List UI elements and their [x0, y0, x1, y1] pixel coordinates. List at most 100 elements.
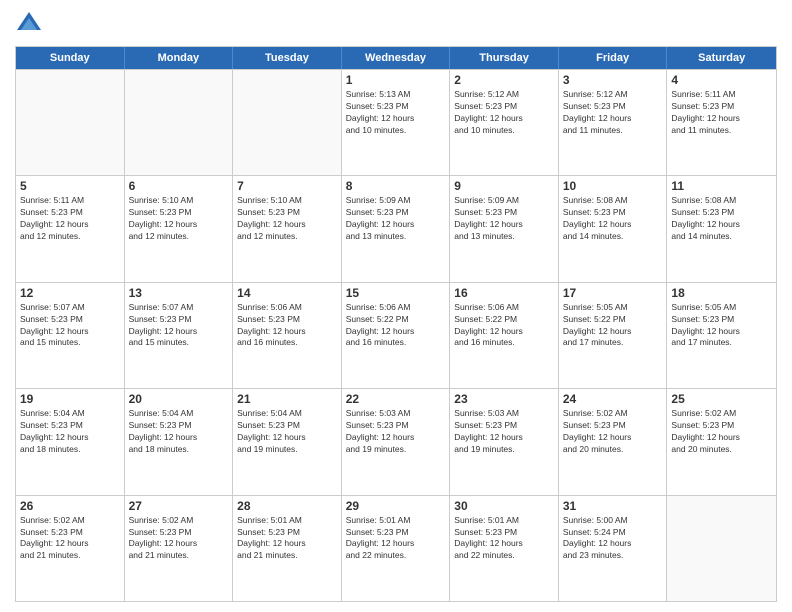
day-number: 18 [671, 286, 772, 300]
day-info: Sunrise: 5:02 AMSunset: 5:23 PMDaylight:… [671, 408, 772, 456]
day-number: 31 [563, 499, 663, 513]
page: SundayMondayTuesdayWednesdayThursdayFrid… [0, 0, 792, 612]
cal-cell: 20 Sunrise: 5:04 AMSunset: 5:23 PMDayligh… [125, 389, 234, 494]
week-row-5: 26 Sunrise: 5:02 AMSunset: 5:23 PMDayligh… [16, 495, 776, 601]
day-info: Sunrise: 5:12 AMSunset: 5:23 PMDaylight:… [563, 89, 663, 137]
cal-cell: 18 Sunrise: 5:05 AMSunset: 5:23 PMDayligh… [667, 283, 776, 388]
logo-icon [15, 10, 43, 38]
day-number: 3 [563, 73, 663, 87]
cal-cell: 8 Sunrise: 5:09 AMSunset: 5:23 PMDaylight… [342, 176, 451, 281]
calendar-header: SundayMondayTuesdayWednesdayThursdayFrid… [16, 47, 776, 69]
day-info: Sunrise: 5:07 AMSunset: 5:23 PMDaylight:… [129, 302, 229, 350]
day-info: Sunrise: 5:03 AMSunset: 5:23 PMDaylight:… [454, 408, 554, 456]
day-number: 4 [671, 73, 772, 87]
week-row-2: 5 Sunrise: 5:11 AMSunset: 5:23 PMDaylight… [16, 175, 776, 281]
day-number: 22 [346, 392, 446, 406]
logo [15, 10, 47, 38]
cal-cell: 10 Sunrise: 5:08 AMSunset: 5:23 PMDayligh… [559, 176, 668, 281]
day-number: 19 [20, 392, 120, 406]
day-number: 29 [346, 499, 446, 513]
cal-cell: 14Sunrise: 5:06 AMSunset: 5:23 PMDayligh… [233, 283, 342, 388]
day-info: Sunrise: 5:06 AMSunset: 5:22 PMDaylight:… [454, 302, 554, 350]
cal-cell: 7Sunrise: 5:10 AMSunset: 5:23 PMDaylight… [233, 176, 342, 281]
cal-cell: 21 Sunrise: 5:04 AMSunset: 5:23 PMDayligh… [233, 389, 342, 494]
day-info: Sunrise: 5:11 AMSunset: 5:23 PMDaylight:… [20, 195, 120, 243]
day-info: Sunrise: 5:06 AMSunset: 5:23 PMDaylight:… [237, 302, 337, 350]
day-number: 6 [129, 179, 229, 193]
day-number: 9 [454, 179, 554, 193]
cal-cell: 31Sunrise: 5:00 AMSunset: 5:24 PMDayligh… [559, 496, 668, 601]
cal-cell: 26 Sunrise: 5:02 AMSunset: 5:23 PMDayligh… [16, 496, 125, 601]
day-info: Sunrise: 5:04 AMSunset: 5:23 PMDaylight:… [237, 408, 337, 456]
day-number: 12 [20, 286, 120, 300]
cal-cell: 24 Sunrise: 5:02 AMSunset: 5:23 PMDayligh… [559, 389, 668, 494]
cal-cell: 6 Sunrise: 5:10 AMSunset: 5:23 PMDaylight… [125, 176, 234, 281]
cal-cell: 30 Sunrise: 5:01 AMSunset: 5:23 PMDayligh… [450, 496, 559, 601]
day-number: 8 [346, 179, 446, 193]
day-number: 30 [454, 499, 554, 513]
header [15, 10, 777, 38]
header-day-friday: Friday [559, 47, 668, 69]
cal-cell [667, 496, 776, 601]
cal-cell [16, 70, 125, 175]
day-info: Sunrise: 5:09 AMSunset: 5:23 PMDaylight:… [346, 195, 446, 243]
day-number: 25 [671, 392, 772, 406]
day-number: 16 [454, 286, 554, 300]
day-number: 2 [454, 73, 554, 87]
cal-cell [233, 70, 342, 175]
day-number: 1 [346, 73, 446, 87]
week-row-1: 1 Sunrise: 5:13 AMSunset: 5:23 PMDaylight… [16, 69, 776, 175]
day-info: Sunrise: 5:01 AMSunset: 5:23 PMDaylight:… [454, 515, 554, 563]
day-info: Sunrise: 5:02 AMSunset: 5:23 PMDaylight:… [563, 408, 663, 456]
day-info: Sunrise: 5:01 AMSunset: 5:23 PMDaylight:… [237, 515, 337, 563]
day-number: 26 [20, 499, 120, 513]
cal-cell: 22Sunrise: 5:03 AMSunset: 5:23 PMDayligh… [342, 389, 451, 494]
header-day-tuesday: Tuesday [233, 47, 342, 69]
day-number: 7 [237, 179, 337, 193]
cal-cell: 25 Sunrise: 5:02 AMSunset: 5:23 PMDayligh… [667, 389, 776, 494]
cal-cell: 13Sunrise: 5:07 AMSunset: 5:23 PMDayligh… [125, 283, 234, 388]
calendar: SundayMondayTuesdayWednesdayThursdayFrid… [15, 46, 777, 602]
cal-cell: 16 Sunrise: 5:06 AMSunset: 5:22 PMDayligh… [450, 283, 559, 388]
day-info: Sunrise: 5:04 AMSunset: 5:23 PMDaylight:… [129, 408, 229, 456]
day-info: Sunrise: 5:05 AMSunset: 5:23 PMDaylight:… [671, 302, 772, 350]
day-number: 28 [237, 499, 337, 513]
cal-cell: 3 Sunrise: 5:12 AMSunset: 5:23 PMDaylight… [559, 70, 668, 175]
header-day-monday: Monday [125, 47, 234, 69]
day-info: Sunrise: 5:11 AMSunset: 5:23 PMDaylight:… [671, 89, 772, 137]
day-number: 27 [129, 499, 229, 513]
day-info: Sunrise: 5:02 AMSunset: 5:23 PMDaylight:… [20, 515, 120, 563]
day-number: 17 [563, 286, 663, 300]
header-day-wednesday: Wednesday [342, 47, 451, 69]
day-info: Sunrise: 5:07 AMSunset: 5:23 PMDaylight:… [20, 302, 120, 350]
header-day-sunday: Sunday [16, 47, 125, 69]
cal-cell: 28 Sunrise: 5:01 AMSunset: 5:23 PMDayligh… [233, 496, 342, 601]
cal-cell: 9Sunrise: 5:09 AMSunset: 5:23 PMDaylight… [450, 176, 559, 281]
day-number: 24 [563, 392, 663, 406]
day-number: 15 [346, 286, 446, 300]
cal-cell: 11 Sunrise: 5:08 AMSunset: 5:23 PMDayligh… [667, 176, 776, 281]
day-number: 21 [237, 392, 337, 406]
cal-cell: 15 Sunrise: 5:06 AMSunset: 5:22 PMDayligh… [342, 283, 451, 388]
cal-cell: 1 Sunrise: 5:13 AMSunset: 5:23 PMDaylight… [342, 70, 451, 175]
day-number: 11 [671, 179, 772, 193]
day-info: Sunrise: 5:08 AMSunset: 5:23 PMDaylight:… [563, 195, 663, 243]
day-info: Sunrise: 5:12 AMSunset: 5:23 PMDaylight:… [454, 89, 554, 137]
cal-cell: 5 Sunrise: 5:11 AMSunset: 5:23 PMDaylight… [16, 176, 125, 281]
day-number: 20 [129, 392, 229, 406]
cal-cell: 23Sunrise: 5:03 AMSunset: 5:23 PMDayligh… [450, 389, 559, 494]
day-info: Sunrise: 5:06 AMSunset: 5:22 PMDaylight:… [346, 302, 446, 350]
day-number: 10 [563, 179, 663, 193]
cal-cell: 12 Sunrise: 5:07 AMSunset: 5:23 PMDayligh… [16, 283, 125, 388]
day-info: Sunrise: 5:10 AMSunset: 5:23 PMDaylight:… [129, 195, 229, 243]
day-info: Sunrise: 5:13 AMSunset: 5:23 PMDaylight:… [346, 89, 446, 137]
day-number: 5 [20, 179, 120, 193]
cal-cell: 4 Sunrise: 5:11 AMSunset: 5:23 PMDaylight… [667, 70, 776, 175]
cal-cell: 27Sunrise: 5:02 AMSunset: 5:23 PMDayligh… [125, 496, 234, 601]
calendar-body: 1 Sunrise: 5:13 AMSunset: 5:23 PMDaylight… [16, 69, 776, 601]
day-info: Sunrise: 5:04 AMSunset: 5:23 PMDaylight:… [20, 408, 120, 456]
cal-cell: 19 Sunrise: 5:04 AMSunset: 5:23 PMDayligh… [16, 389, 125, 494]
cal-cell: 29Sunrise: 5:01 AMSunset: 5:23 PMDayligh… [342, 496, 451, 601]
cal-cell [125, 70, 234, 175]
day-info: Sunrise: 5:08 AMSunset: 5:23 PMDaylight:… [671, 195, 772, 243]
